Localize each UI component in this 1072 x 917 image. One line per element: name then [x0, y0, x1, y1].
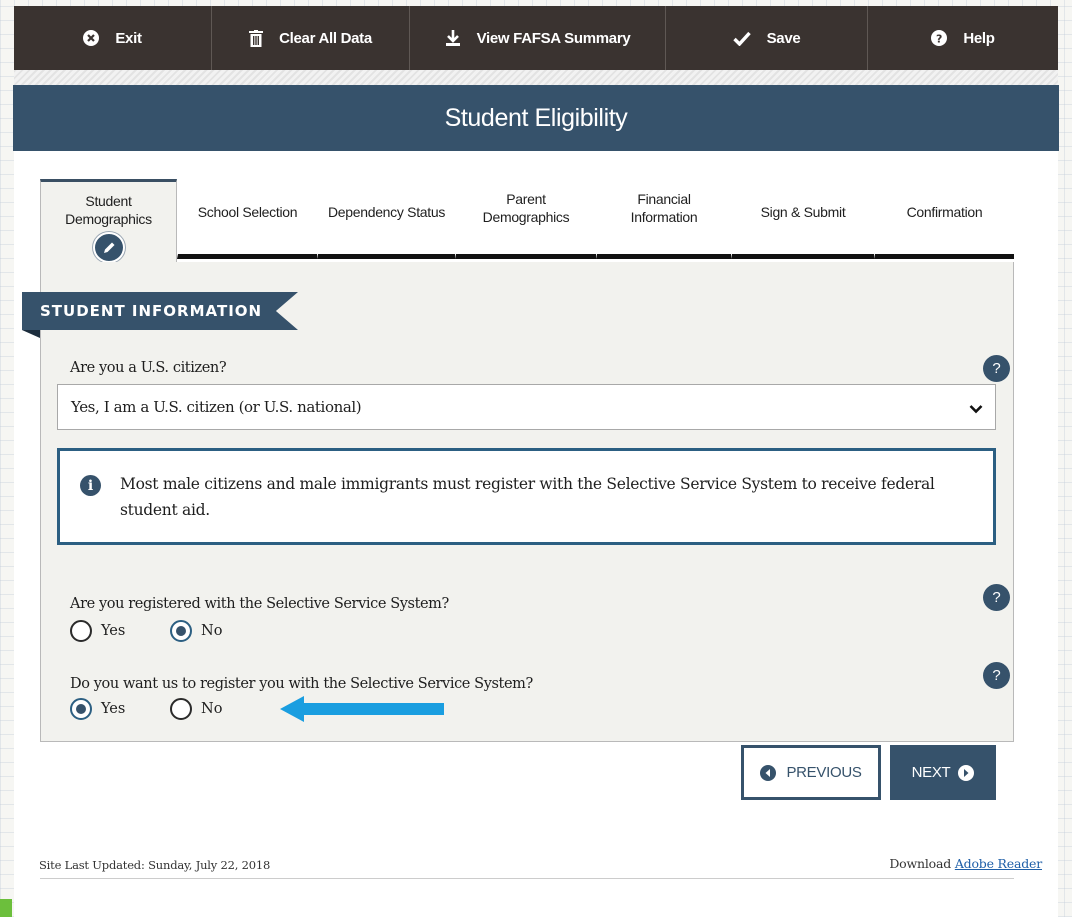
- help-button[interactable]: ? Help: [868, 6, 1058, 70]
- chevron-down-icon: [969, 400, 983, 418]
- footer-divider: [40, 878, 1014, 879]
- help-label: Help: [963, 29, 995, 47]
- tab-confirmation[interactable]: Confirmation: [874, 179, 1014, 259]
- close-circle-icon: [83, 30, 100, 46]
- page-title: Student Eligibility: [13, 85, 1059, 151]
- tab-dependency-status[interactable]: Dependency Status: [317, 179, 455, 259]
- adobe-reader-link[interactable]: Adobe Reader: [955, 856, 1042, 871]
- view-fafsa-summary-label: View FAFSA Summary: [476, 29, 631, 47]
- next-label: NEXT: [911, 764, 951, 781]
- help-icon[interactable]: ?: [983, 355, 1010, 382]
- tab-label: Financial Information: [630, 191, 698, 225]
- ribbon-fold: [22, 330, 40, 338]
- tab-label: Confirmation: [906, 204, 983, 220]
- view-fafsa-summary-button[interactable]: View FAFSA Summary: [410, 6, 666, 70]
- radio-label: Yes: [101, 623, 126, 639]
- section-heading: STUDENT INFORMATION: [22, 292, 298, 330]
- registered-no-radio[interactable]: No: [170, 620, 222, 642]
- tab-label: School Selection: [197, 204, 298, 220]
- info-text: Most male citizens and male immigrants m…: [120, 475, 935, 519]
- tab-school-selection[interactable]: School Selection: [177, 179, 317, 259]
- exit-button[interactable]: Exit: [14, 6, 212, 70]
- pencil-icon: [92, 232, 125, 263]
- annotation-arrow-icon: [280, 696, 444, 722]
- tab-student-demographics[interactable]: Student Demographics: [40, 179, 177, 263]
- decorative-corner: [0, 899, 12, 917]
- radio-button[interactable]: [70, 620, 92, 642]
- radio-button[interactable]: [170, 698, 192, 720]
- help-icon[interactable]: ?: [983, 662, 1010, 689]
- citizenship-select-value: Yes, I am a U.S. citizen (or U.S. nation…: [71, 398, 362, 416]
- arrow-right-circle-icon: [958, 764, 975, 781]
- checkmark-icon: [732, 31, 751, 46]
- decorative-stripe: [14, 70, 1058, 86]
- clear-all-data-button[interactable]: Clear All Data: [212, 6, 410, 70]
- previous-button[interactable]: PREVIOUS: [741, 745, 881, 800]
- question-circle-icon: ?: [931, 30, 948, 46]
- exit-label: Exit: [115, 29, 142, 47]
- radio-label: No: [201, 623, 223, 639]
- radio-label: No: [201, 701, 223, 717]
- info-icon: i: [80, 475, 101, 496]
- tab-label: Sign & Submit: [760, 204, 846, 220]
- download-icon: [445, 30, 461, 46]
- radio-button-selected[interactable]: [170, 620, 192, 642]
- registered-yes-radio[interactable]: Yes: [70, 620, 125, 642]
- progress-tabs: Student Demographics School Selection De…: [40, 179, 1014, 263]
- help-icon[interactable]: ?: [983, 584, 1010, 611]
- radio-label: Yes: [101, 701, 126, 717]
- registered-question: Are you registered with the Selective Se…: [70, 596, 449, 612]
- info-callout: i Most male citizens and male immigrants…: [57, 448, 996, 545]
- tab-sign-and-submit[interactable]: Sign & Submit: [731, 179, 874, 259]
- citizenship-question: Are you a U.S. citizen?: [70, 360, 227, 376]
- tab-label: Parent Demographics: [482, 191, 570, 225]
- download-prefix: Download: [889, 856, 952, 871]
- trash-icon: [249, 29, 264, 47]
- arrow-left-circle-icon: [760, 764, 777, 781]
- tab-label: Student Demographics: [65, 193, 152, 227]
- next-button[interactable]: NEXT: [890, 745, 996, 800]
- register-request-yes-radio[interactable]: Yes: [70, 698, 125, 720]
- clear-all-data-label: Clear All Data: [279, 29, 372, 47]
- site-updated-text: Site Last Updated: Sunday, July 22, 2018: [39, 858, 271, 872]
- save-label: Save: [766, 29, 801, 47]
- save-button[interactable]: Save: [666, 6, 868, 70]
- previous-label: PREVIOUS: [786, 764, 862, 781]
- top-toolbar: Exit Clear All Data View FAFSA Summary S…: [14, 6, 1058, 70]
- tab-financial-information[interactable]: Financial Information: [596, 179, 731, 259]
- download-adobe-reader: Download Adobe Reader: [889, 856, 1042, 871]
- tab-parent-demographics[interactable]: Parent Demographics: [455, 179, 596, 259]
- citizenship-select[interactable]: Yes, I am a U.S. citizen (or U.S. nation…: [57, 384, 996, 430]
- tab-label: Dependency Status: [327, 204, 446, 220]
- register-request-question: Do you want us to register you with the …: [70, 676, 533, 692]
- register-request-no-radio[interactable]: No: [170, 698, 222, 720]
- svg-text:?: ?: [936, 33, 942, 46]
- radio-button-selected[interactable]: [70, 698, 92, 720]
